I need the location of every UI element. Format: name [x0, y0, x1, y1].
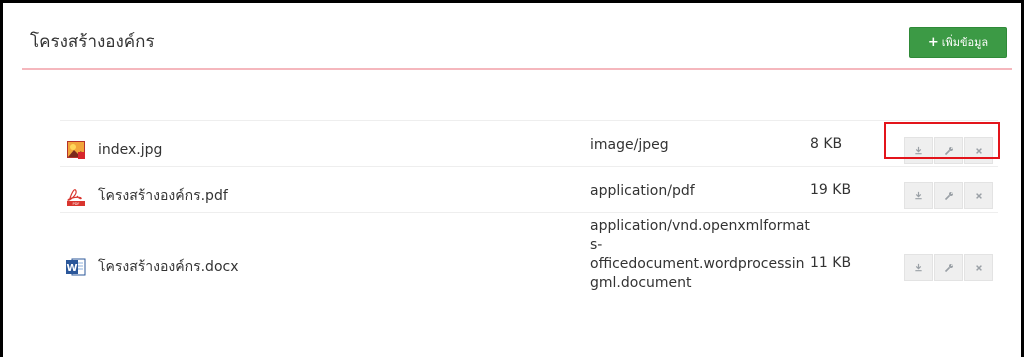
- mime-line: application/vnd.openxmlformat: [590, 218, 810, 234]
- svg-text:PDF: PDF: [72, 202, 79, 206]
- page-title: โครงสร้างองค์กร: [30, 32, 155, 52]
- wrench-icon: [944, 191, 953, 200]
- page-header: โครงสร้างองค์กร + เพิ่มข้อมูล: [22, 27, 1012, 70]
- svg-text:W: W: [66, 263, 77, 274]
- close-icon: [975, 264, 982, 271]
- table-row: W โครงสร้างองค์กร.docx application/vnd.o…: [60, 212, 998, 311]
- file-name-cell[interactable]: PDF โครงสร้างองค์กร.pdf: [66, 185, 228, 207]
- word-docx-icon: W: [66, 258, 86, 276]
- download-button[interactable]: [904, 182, 933, 209]
- file-size: 11 KB: [810, 255, 852, 271]
- add-data-button-label: เพิ่มข้อมูล: [941, 36, 989, 49]
- file-name-cell[interactable]: W โครงสร้างองค์กร.docx: [66, 256, 239, 278]
- table-row: PDF โครงสร้างองค์กร.pdf application/pdf …: [60, 166, 998, 211]
- jpg-image-icon: [67, 141, 85, 159]
- mime-line: s-: [590, 237, 603, 253]
- edit-button[interactable]: [934, 182, 963, 209]
- edit-button[interactable]: [934, 254, 963, 281]
- file-name: โครงสร้างองค์กร.docx: [98, 259, 239, 275]
- file-mime-type: image/jpeg: [590, 137, 669, 153]
- download-icon: [915, 263, 922, 272]
- file-name: โครงสร้างองค์กร.pdf: [98, 188, 228, 204]
- delete-button[interactable]: [964, 182, 993, 209]
- file-name-cell[interactable]: index.jpg: [66, 140, 162, 160]
- add-data-button[interactable]: + เพิ่มข้อมูล: [909, 27, 1007, 58]
- row-actions: [904, 254, 994, 281]
- pdf-icon: PDF: [67, 189, 85, 206]
- file-size: 19 KB: [810, 182, 852, 198]
- mime-line: officedocument.wordprocessin: [590, 256, 805, 272]
- mime-line: gml.document: [590, 275, 692, 291]
- highlight-annotation-box: [884, 122, 1000, 159]
- table-row: index.jpg image/jpeg 8 KB: [60, 120, 998, 164]
- delete-button[interactable]: [964, 254, 993, 281]
- file-mime-type: application/vnd.openxmlformat s- officed…: [590, 217, 810, 293]
- download-icon: [915, 191, 922, 200]
- close-icon: [975, 192, 982, 199]
- file-name: index.jpg: [98, 142, 163, 158]
- plus-icon: +: [927, 35, 939, 50]
- wrench-icon: [944, 263, 953, 272]
- download-button[interactable]: [904, 254, 933, 281]
- file-size: 8 KB: [810, 136, 843, 152]
- row-actions: [904, 182, 994, 209]
- file-mime-type: application/pdf: [590, 183, 695, 199]
